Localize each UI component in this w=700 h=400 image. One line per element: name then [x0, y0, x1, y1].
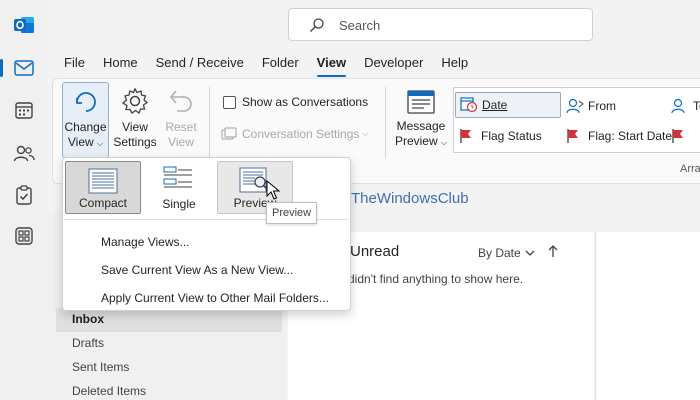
message-preview-label-2: Preview	[394, 134, 438, 148]
reading-pane	[595, 232, 700, 400]
search-box[interactable]: Search	[288, 8, 593, 41]
chevron-down-icon: ⌵	[362, 129, 369, 138]
red-flag-icon	[672, 129, 683, 143]
tab-home[interactable]: Home	[95, 52, 146, 76]
manage-views-item[interactable]: Manage Views...	[101, 235, 190, 249]
calendar-clock-icon	[460, 97, 478, 113]
sort-by-date-button[interactable]: By Date	[478, 246, 535, 260]
tab-file[interactable]: File	[48, 52, 93, 76]
arrange-flag-status-label: Flag Status	[481, 129, 542, 143]
tasks-nav-button[interactable]	[9, 180, 39, 210]
arrange-flag-partial[interactable]	[667, 123, 689, 149]
calendar-nav-button[interactable]	[9, 95, 39, 125]
ribbon-separator	[209, 87, 210, 159]
chevron-down-icon: ⌵	[440, 138, 448, 147]
conversation-settings-label: Conversation Settings	[242, 127, 360, 141]
people-nav-button[interactable]	[9, 138, 39, 168]
folder-sent-items[interactable]: Sent Items	[56, 356, 282, 380]
mouse-cursor-icon	[266, 180, 280, 200]
view-settings-label-1: View	[122, 120, 148, 134]
save-current-view-item[interactable]: Save Current View As a New View...	[101, 263, 293, 277]
ribbon-tabs: File Home Send / Receive Folder View Dev…	[48, 52, 478, 77]
person-icon	[566, 98, 584, 114]
folder-inbox[interactable]: Inbox	[56, 308, 282, 332]
view-compact-option[interactable]: Compact	[65, 161, 141, 214]
red-flag-icon	[460, 129, 471, 143]
ribbon-separator	[385, 87, 386, 159]
tab-view[interactable]: View	[309, 52, 354, 77]
outlook-logo-icon	[14, 17, 34, 33]
message-preview-icon	[407, 90, 435, 114]
change-view-label-2: View	[67, 135, 94, 149]
conversation-settings-icon	[221, 127, 237, 140]
apps-icon	[15, 227, 33, 245]
folder-deleted-items[interactable]: Deleted Items	[56, 380, 282, 400]
preview-tooltip: Preview	[266, 202, 318, 224]
compact-view-icon	[88, 168, 118, 194]
chevron-down-icon	[525, 250, 535, 256]
watermark-text: TheWindowsClub	[351, 189, 469, 207]
message-preview-label-1: Message	[396, 119, 446, 133]
view-settings-label-2: Settings	[113, 135, 157, 149]
gear-icon	[121, 87, 149, 115]
search-icon	[310, 18, 324, 32]
arrange-by-from[interactable]: From	[562, 93, 620, 119]
tab-send-receive[interactable]: Send / Receive	[148, 52, 252, 76]
change-view-icon	[75, 92, 96, 112]
folder-drafts[interactable]: Drafts	[56, 332, 282, 356]
show-as-conversations-label: Show as Conversations	[242, 95, 369, 109]
tab-developer[interactable]: Developer	[356, 52, 431, 76]
mail-nav-button[interactable]	[0, 53, 39, 83]
app-rail	[0, 0, 48, 400]
apply-current-view-item[interactable]: Apply Current View to Other Mail Folders…	[101, 291, 329, 305]
arrange-date-label: Date	[482, 98, 508, 112]
conversation-settings-button[interactable]: Conversation Settings ⌵	[221, 127, 368, 141]
change-view-dropdown: Compact Single Preview Manage Views... S…	[62, 157, 351, 311]
tab-folder[interactable]: Folder	[254, 52, 307, 76]
tasks-icon	[16, 185, 32, 205]
arrange-flag-start-date-label: Flag: Start Date	[588, 129, 673, 143]
compact-label: Compact	[78, 196, 128, 210]
arrow-up-icon	[548, 245, 558, 257]
arrange-by-flag-status[interactable]: Flag Status	[455, 123, 546, 149]
arrange-to-label: To	[693, 99, 700, 113]
people-icon	[13, 145, 35, 162]
single-view-icon	[163, 166, 192, 188]
search-placeholder: Search	[339, 18, 381, 33]
undo-icon	[169, 90, 192, 112]
arrange-by-date[interactable]: Date	[455, 92, 561, 118]
unread-filter[interactable]: Unread	[350, 243, 399, 260]
red-flag-icon	[567, 129, 578, 143]
view-single-option[interactable]: Single	[141, 161, 217, 214]
change-view-label-1: Change	[64, 120, 107, 134]
tab-help[interactable]: Help	[433, 52, 476, 76]
show-as-conversations-checkbox[interactable]: Show as Conversations	[223, 95, 368, 109]
view-settings-button[interactable]: View Settings	[111, 83, 159, 157]
checkbox-box[interactable]	[223, 95, 236, 109]
message-preview-button[interactable]: Message Preview ⌵	[393, 87, 449, 157]
arrangement-group-label: Arra	[680, 163, 700, 175]
person-icon	[671, 98, 685, 114]
sort-direction-button[interactable]	[548, 244, 558, 261]
single-label: Single	[162, 197, 196, 211]
reset-view-label-1: Reset	[165, 120, 197, 134]
mail-icon	[14, 60, 34, 76]
change-view-button[interactable]: Change View ⌵	[62, 82, 109, 158]
sort-label: By Date	[478, 246, 521, 260]
arrange-by-flag-start-date[interactable]: Flag: Start Date	[562, 123, 676, 149]
apps-nav-button[interactable]	[9, 221, 39, 251]
calendar-icon	[15, 102, 33, 119]
arrange-from-label: From	[588, 99, 616, 113]
chevron-down-icon: ⌵	[97, 139, 104, 148]
reset-view-button[interactable]: Reset View	[161, 83, 201, 157]
reset-view-label-2: View	[168, 135, 194, 149]
empty-list-message: didn't find anything to show here.	[348, 272, 524, 286]
arrange-by-to[interactable]: To	[667, 93, 700, 119]
